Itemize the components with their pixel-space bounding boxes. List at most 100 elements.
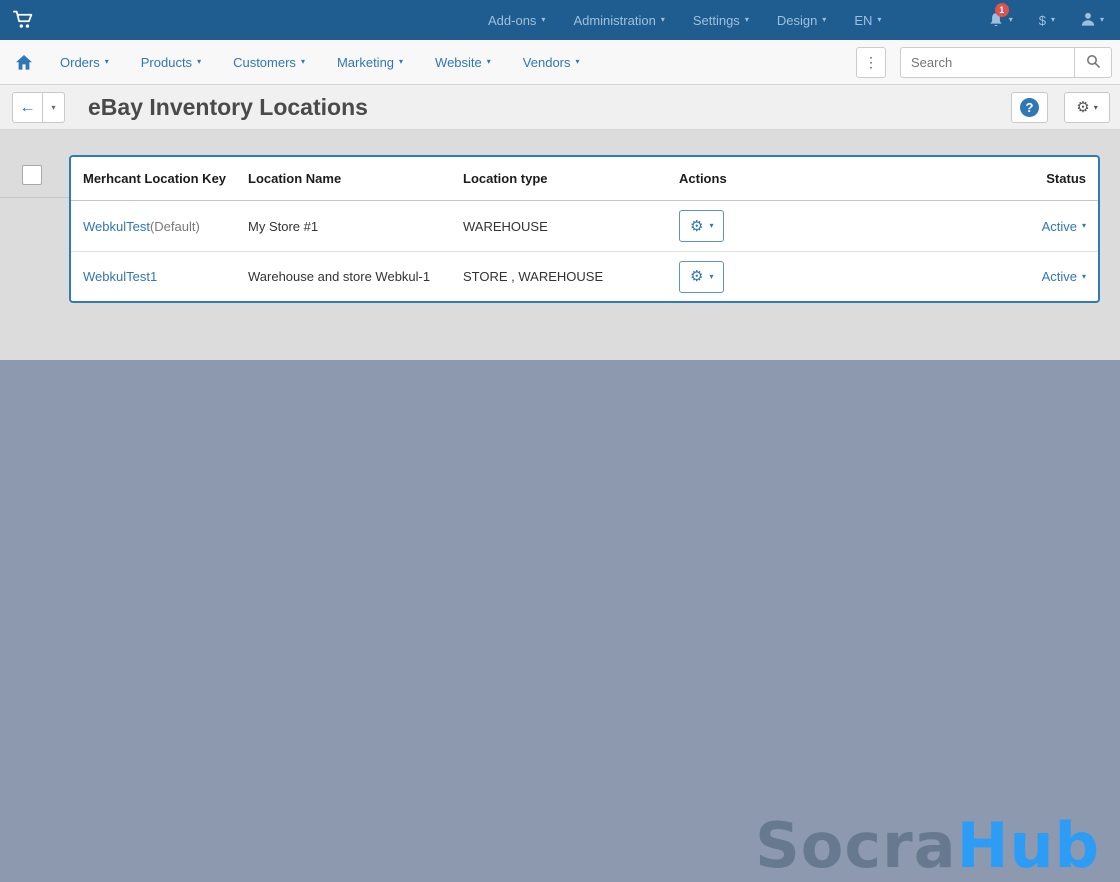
search-button[interactable] — [1074, 47, 1112, 78]
status-dropdown[interactable]: Active ▾ — [1042, 269, 1086, 284]
location-type-cell: WAREHOUSE — [463, 218, 548, 234]
chevron-down-icon: ▾ — [1008, 15, 1013, 24]
table-row: WebkulTest1 Warehouse and store Webkul-1… — [71, 251, 1098, 301]
chevron-down-icon: ▾ — [822, 15, 827, 24]
home-icon — [16, 55, 32, 74]
select-row-checkbox[interactable] — [22, 165, 42, 185]
top-navbar: Add-ons ▾ Administration ▾ Settings ▾ Desig… — [0, 0, 1120, 40]
location-type-cell: STORE , WAREHOUSE — [463, 269, 604, 284]
chevron-down-icon: ▾ — [575, 57, 580, 66]
menu-language-label: EN — [854, 12, 873, 28]
back-button[interactable]: ← — [12, 92, 43, 123]
location-key-link[interactable]: WebkulTest1 — [83, 269, 157, 284]
back-dropdown-button[interactable]: ▾ — [43, 92, 65, 123]
merchant-location-key-cell: WebkulTest(Default) — [83, 219, 248, 234]
content-area: Merhcant Location Key Location Name Loca… — [0, 130, 1120, 360]
actions-cell: ⚙ ▾ — [679, 260, 956, 293]
menu-settings-label: Settings — [692, 12, 740, 28]
location-name-cell: My Store #1 — [248, 218, 319, 234]
topbar-right-group: 1 ▾ $ ▾ ▾ — [988, 0, 1104, 40]
menu-orders[interactable]: Orders ▾ — [60, 55, 109, 70]
menu-customers[interactable]: Customers ▾ — [233, 55, 305, 70]
menu-website-label: Website — [435, 54, 482, 70]
chevron-down-icon: ▾ — [877, 15, 882, 24]
watermark-part-1: Socra — [755, 809, 957, 882]
status-cell: Active ▾ — [956, 219, 1086, 234]
row-actions-button[interactable]: ⚙ ▾ — [679, 260, 725, 293]
menu-settings[interactable]: Settings ▾ — [693, 13, 749, 28]
column-header-status: Status — [1046, 171, 1086, 186]
arrow-left-icon: ← — [19, 98, 36, 116]
account-menu[interactable]: ▾ — [1081, 12, 1104, 29]
chevron-down-icon: ▾ — [197, 57, 202, 66]
menu-design[interactable]: Design ▾ — [777, 13, 826, 28]
currency-label: $ — [1038, 12, 1046, 28]
user-icon — [1081, 12, 1095, 29]
row-divider — [0, 197, 69, 198]
chevron-down-icon: ▾ — [486, 57, 491, 66]
home-button[interactable] — [16, 55, 32, 75]
help-button[interactable]: ? — [1011, 92, 1048, 123]
menu-vendors-label: Vendors — [522, 54, 571, 70]
menu-website[interactable]: Website ▾ — [435, 55, 491, 70]
inventory-locations-table: Merhcant Location Key Location Name Loca… — [69, 155, 1100, 303]
default-label: (Default) — [149, 218, 200, 234]
location-key-link[interactable]: WebkulTest — [83, 219, 150, 234]
chevron-down-icon: ▾ — [300, 57, 305, 66]
page-settings-button[interactable]: ⚙ ▾ — [1064, 92, 1110, 123]
main-navbar: Orders ▾ Products ▾ Customers ▾ Marketing ▾ … — [0, 40, 1120, 85]
menu-addons[interactable]: Add-ons ▾ — [488, 13, 545, 28]
chevron-down-icon: ▾ — [399, 57, 404, 66]
watermark-part-2: Hub — [956, 809, 1100, 882]
menu-products[interactable]: Products ▾ — [141, 55, 201, 70]
chevron-down-icon: ▾ — [1099, 15, 1104, 24]
navbar-right-group: ⋮ — [856, 47, 1112, 78]
table-row: WebkulTest(Default) My Store #1 WAREHOUS… — [71, 201, 1098, 251]
chevron-down-icon: ▾ — [1093, 102, 1098, 112]
table-header-row: Merhcant Location Key Location Name Loca… — [71, 157, 1098, 201]
search-input[interactable] — [900, 47, 1074, 78]
gear-icon: ⚙ — [690, 217, 704, 235]
search-group — [900, 47, 1112, 78]
currency-menu[interactable]: $ ▾ — [1039, 13, 1055, 28]
back-button-group: ← ▾ — [12, 92, 65, 123]
chevron-down-icon: ▾ — [1081, 221, 1086, 230]
vertical-dots-icon: ⋮ — [864, 54, 878, 70]
chevron-down-icon: ▾ — [541, 15, 546, 24]
search-icon — [1086, 54, 1101, 72]
bell-icon: 1 — [988, 2, 1009, 29]
status-label: Active — [1041, 218, 1077, 234]
chevron-down-icon: ▾ — [744, 15, 749, 24]
actions-cell: ⚙ ▾ — [679, 210, 956, 242]
more-options-button[interactable]: ⋮ — [856, 47, 886, 78]
status-cell: Active ▾ — [956, 269, 1086, 284]
page-header-bar: ← ▾ eBay Inventory Locations ? ⚙ ▾ — [0, 85, 1120, 130]
gear-icon: ⚙ — [1076, 99, 1090, 116]
menu-marketing[interactable]: Marketing ▾ — [337, 55, 403, 70]
menu-products-label: Products — [140, 54, 193, 70]
chevron-down-icon: ▾ — [51, 102, 56, 112]
gear-icon: ⚙ — [690, 268, 704, 285]
chevron-down-icon: ▾ — [660, 15, 665, 24]
question-mark-icon: ? — [1020, 98, 1039, 117]
row-actions-button[interactable]: ⚙ ▾ — [679, 210, 725, 242]
chevron-down-icon: ▾ — [709, 271, 714, 281]
chevron-down-icon: ▾ — [1050, 15, 1055, 24]
merchant-location-key-cell: WebkulTest1 — [83, 269, 248, 284]
location-name-cell: Warehouse and store Webkul-1 — [248, 269, 431, 284]
menu-customers-label: Customers — [233, 54, 296, 70]
chevron-down-icon: ▾ — [104, 57, 109, 66]
column-header-location-type: Location type — [463, 171, 548, 186]
menu-language[interactable]: EN ▾ — [854, 13, 881, 28]
menu-administration-label: Administration — [573, 12, 656, 28]
menu-design-label: Design — [776, 12, 818, 28]
notifications-button[interactable]: 1 ▾ — [988, 2, 1013, 29]
menu-administration[interactable]: Administration ▾ — [573, 13, 664, 28]
notification-badge: 1 — [994, 2, 1009, 17]
status-dropdown[interactable]: Active ▾ — [1042, 219, 1086, 234]
column-header-location-name: Location Name — [248, 171, 342, 186]
menu-orders-label: Orders — [60, 54, 100, 70]
menu-vendors[interactable]: Vendors ▾ — [523, 55, 580, 70]
cart-logo-button[interactable] — [13, 9, 34, 35]
page-title: eBay Inventory Locations — [88, 93, 368, 120]
